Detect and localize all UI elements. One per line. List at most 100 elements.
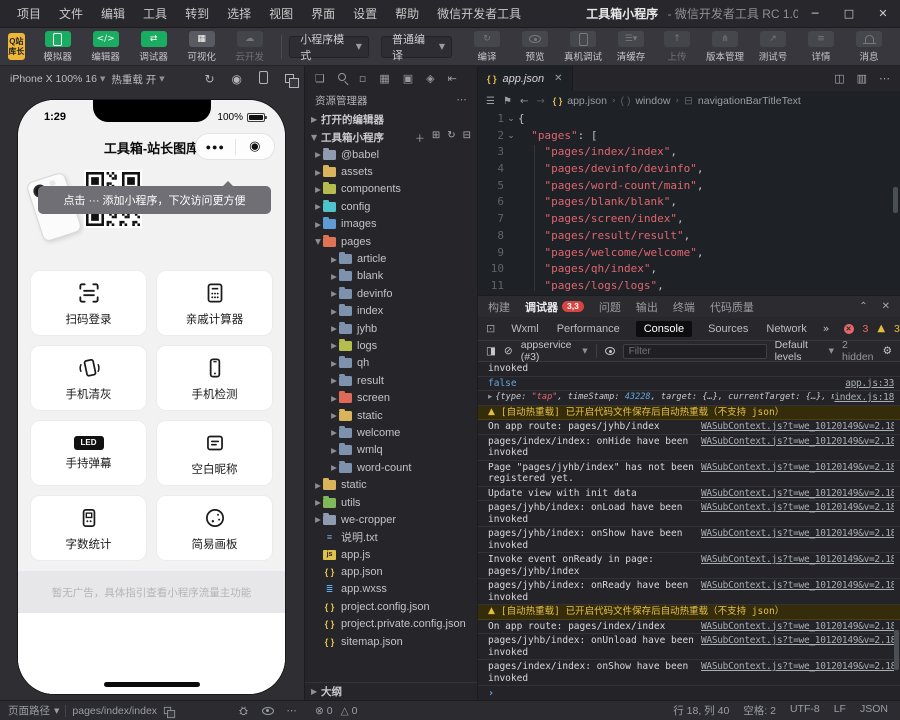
card-sketch-board[interactable]: 简易画板 xyxy=(156,495,273,561)
menu-转到[interactable]: 转到 xyxy=(176,0,218,28)
tree-item-welcome[interactable]: ▶ welcome xyxy=(305,424,477,441)
console-row[interactable]: invoked xyxy=(478,362,900,377)
close-button[interactable]: ✕ xyxy=(866,0,900,28)
sim-record-icon[interactable]: ◉ xyxy=(232,72,242,86)
menu-设置[interactable]: 设置 xyxy=(344,0,386,28)
outline-section[interactable]: ▶ 大纲 xyxy=(305,682,477,700)
toolbar-button-visualization[interactable]: ▦ 可视化 xyxy=(179,30,225,63)
toolbar-button-editor[interactable]: </> 编辑器 xyxy=(83,30,129,63)
menu-界面[interactable]: 界面 xyxy=(302,0,344,28)
sim-device-icon[interactable] xyxy=(259,71,268,87)
tree-item-jyhb[interactable]: ▶ jyhb xyxy=(305,320,477,337)
console-prompt[interactable]: › xyxy=(478,686,900,700)
console-row[interactable]: Invoke event onReady in page: pages/jyhb… xyxy=(478,553,900,579)
context-select[interactable]: appservice (#3) ▼ xyxy=(521,339,588,363)
tree-item-components[interactable]: ▶ components xyxy=(305,181,477,198)
tree-item-article[interactable]: ▶ article xyxy=(305,250,477,267)
toolbar-button-device-debug[interactable]: 真机调试 xyxy=(560,30,606,63)
console-source-link[interactable]: WASubContext.js?t=we_10120149&v=2.18.0:2 xyxy=(701,528,894,540)
breadcrumb-file[interactable]: app.json xyxy=(567,95,607,107)
console-row[interactable]: pages/index/index: onShow have been invo… xyxy=(478,660,900,686)
devtools-tab-console[interactable]: Console xyxy=(635,320,693,337)
toolbar-button-simulator[interactable]: 模拟器 xyxy=(35,30,81,63)
more-icon[interactable]: ⋯ xyxy=(287,705,298,717)
tree-item-sitemap.json[interactable]: { } sitemap.json xyxy=(305,633,477,650)
current-page-path[interactable]: pages/index/index xyxy=(72,705,157,717)
console-source-link[interactable]: WASubContext.js?t=we_10120149&v=2.18.0:2 xyxy=(701,436,894,448)
toolbar-button-version-control[interactable]: ⋔ 版本管理 xyxy=(702,30,748,63)
filter-input[interactable] xyxy=(622,343,767,359)
card-word-count[interactable]: 字数统计 xyxy=(30,495,147,561)
console-row[interactable]: Page "pages/jyhb/index" has not been reg… xyxy=(478,461,900,487)
log-levels-select[interactable]: Default levels ▼ xyxy=(775,339,834,363)
tree-item-blank[interactable]: ▶ blank xyxy=(305,268,477,285)
menu-工具[interactable]: 工具 xyxy=(134,0,176,28)
tree-item-pages[interactable]: ▼ pages xyxy=(305,233,477,250)
split-editor-icon[interactable]: ◫ xyxy=(834,72,844,85)
tree-item-index[interactable]: ▶ index xyxy=(305,303,477,320)
toolbar-button-details[interactable]: ≡ 详情 xyxy=(798,30,844,63)
copy-path-icon[interactable] xyxy=(163,706,175,718)
console-source-link[interactable]: WASubContext.js?t=we_10120149&v=2.18.0:2 xyxy=(701,554,894,566)
console-source-link[interactable]: WASubContext.js?t=we_10120149&v=2.18.0:2 xyxy=(701,502,894,514)
console-source-link[interactable]: WASubContext.js?t=we_10120149&v=2.18.0:2 xyxy=(701,488,894,500)
nav-forward-icon[interactable]: → xyxy=(536,96,544,107)
collapse-panel-icon[interactable]: ⌃ xyxy=(859,301,867,312)
console-row[interactable]: pages/jyhb/index: onUnload have been inv… xyxy=(478,634,900,660)
tree-item-screen[interactable]: ▶ screen xyxy=(305,389,477,406)
project-section[interactable]: ▼ 工具箱小程序 ＋ ⊞ ↻ ⊟ xyxy=(305,128,477,146)
console-row[interactable]: index.js:18 ▸ {type: "tap", timeStamp: 432… xyxy=(478,391,900,406)
tree-item-app.js[interactable]: js app.js xyxy=(305,546,477,563)
more-actions-icon[interactable]: ⋯ xyxy=(879,72,890,85)
new-folder-icon[interactable]: ⊞ xyxy=(432,130,440,145)
menu-编辑[interactable]: 编辑 xyxy=(92,0,134,28)
device-select[interactable]: iPhone X 100% 16 ▼ xyxy=(10,73,105,85)
hot-reload-toggle[interactable]: 热重载 开 ▼ xyxy=(111,72,164,87)
clear-console-icon[interactable]: ⊘ xyxy=(504,345,513,357)
breadcrumb-window[interactable]: window xyxy=(635,95,670,107)
activity-extensions[interactable]: ▦ xyxy=(379,72,389,85)
toolbar-button-messages[interactable]: 消息 xyxy=(846,30,892,63)
menu-帮助[interactable]: 帮助 xyxy=(386,0,428,28)
tree-item-word-count[interactable]: ▶ word-count xyxy=(305,459,477,476)
console-source-link[interactable]: index.js:18 xyxy=(834,392,894,404)
activity-source-control[interactable]: ▫ xyxy=(359,72,366,85)
console-row[interactable]: ▲ [自动热重载] 已开启代码文件保存后自动热重载（不支持 json） xyxy=(478,405,900,420)
console-source-link[interactable]: app.js:33 xyxy=(701,378,894,390)
tree-item-project.private.config.json[interactable]: { } project.private.config.json xyxy=(305,616,477,633)
console-source-link[interactable]: WASubContext.js?t=we_10120149&v=2.18.0:2 xyxy=(701,621,894,633)
activity-applet[interactable]: ▣ xyxy=(403,72,413,85)
inspect-element-icon[interactable]: ⊡ xyxy=(486,322,495,335)
menu-项目[interactable]: 项目 xyxy=(8,0,50,28)
tree-item-config[interactable]: ▶ config xyxy=(305,198,477,215)
breadcrumb-property[interactable]: navigationBarTitleText xyxy=(698,95,801,107)
devtools-tab-wxml[interactable]: Wxml xyxy=(509,321,541,337)
eye-icon[interactable] xyxy=(261,706,274,715)
tree-item-app.wxss[interactable]: ≣ app.wxss xyxy=(305,581,477,598)
bookmark-icon[interactable]: ⚑ xyxy=(503,96,512,107)
tree-item-utils[interactable]: ▶ utils xyxy=(305,494,477,511)
tree-item-qh[interactable]: ▶ qh xyxy=(305,355,477,372)
collapse-all-icon[interactable]: ⊟ xyxy=(463,130,471,145)
devtools-tab-sources[interactable]: Sources xyxy=(706,321,750,337)
debugger-tab-调试器[interactable]: 调试器 3,3 xyxy=(525,299,584,315)
error-count[interactable]: 3 xyxy=(863,323,869,335)
menu-选择[interactable]: 选择 xyxy=(218,0,260,28)
card-scan-login[interactable]: 扫码登录 xyxy=(30,270,147,336)
sim-rotate-icon[interactable]: ↻ xyxy=(204,72,214,86)
debugger-tab-终端[interactable]: 终端 xyxy=(673,299,695,315)
eye-icon[interactable] xyxy=(604,347,615,355)
layout-columns-icon[interactable]: ▥ xyxy=(857,72,867,85)
toolbar-button-test-account[interactable]: ↗ 测试号 xyxy=(750,30,796,63)
compile-mode-select[interactable]: 普通编译 ▼ xyxy=(380,34,452,62)
menu-微信开发者工具[interactable]: 微信开发者工具 xyxy=(428,0,530,28)
console-sidebar-icon[interactable]: ◨ xyxy=(486,345,496,357)
toolbar-button-clear-cache[interactable]: ☰ ▾ 清缓存 xyxy=(608,30,654,63)
sim-windows-icon[interactable] xyxy=(285,72,299,88)
tree-item-devinfo[interactable]: ▶ devinfo xyxy=(305,285,477,302)
console-source-link[interactable]: WASubContext.js?t=we_10120149&v=2.18.0:2 xyxy=(701,580,894,592)
toolbar-button-preview[interactable]: 预览 xyxy=(512,30,558,63)
refresh-icon[interactable]: ↻ xyxy=(447,130,455,145)
toolbar-button-debugger[interactable]: ⇄ 调试器 xyxy=(131,30,177,63)
tree-item-@babel[interactable]: ▶ @babel xyxy=(305,146,477,163)
